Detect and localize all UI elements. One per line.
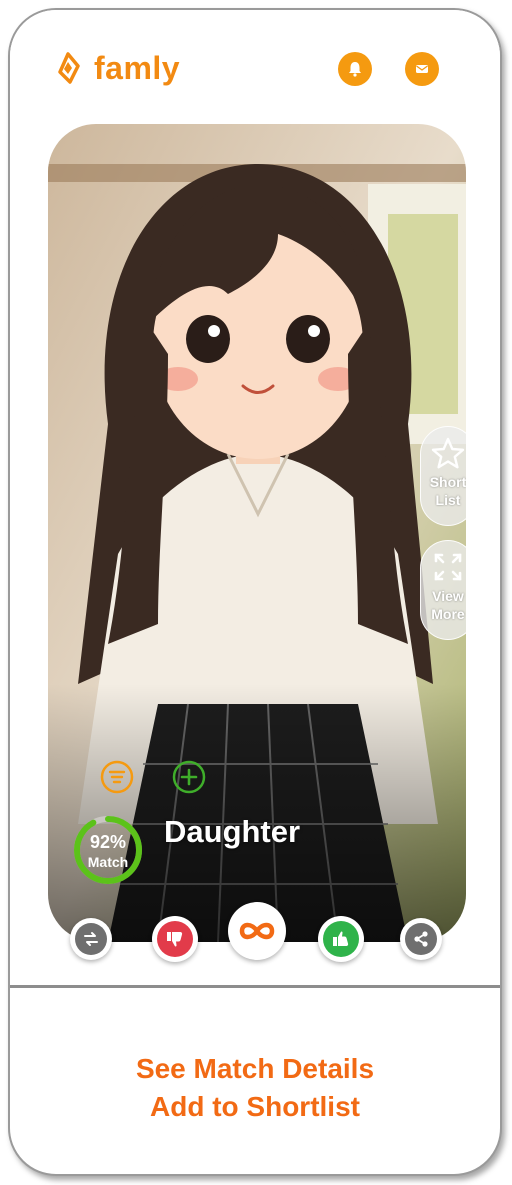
like-icon bbox=[333, 931, 349, 946]
add-icon[interactable] bbox=[172, 760, 206, 794]
notification-button[interactable] bbox=[338, 52, 372, 86]
cta-text: See Match Details Add to Shortlist bbox=[10, 1050, 500, 1126]
share-button[interactable] bbox=[400, 918, 442, 960]
infinity-icon bbox=[239, 922, 275, 940]
profile-name: Daughter bbox=[164, 814, 301, 849]
shortlist-label: Short List bbox=[429, 474, 466, 508]
match-percent: 92% bbox=[89, 832, 127, 852]
cta-line-shortlist: Add to Shortlist bbox=[150, 1091, 360, 1122]
view-more-button[interactable]: View More bbox=[420, 540, 466, 640]
infinity-button[interactable] bbox=[228, 902, 286, 960]
brand-name: famly bbox=[94, 50, 181, 86]
messages-button[interactable] bbox=[405, 52, 439, 86]
bell-icon bbox=[349, 62, 361, 77]
phone-frame: famly Short List View More 92% Match Dau… bbox=[8, 8, 502, 1176]
dislike-button[interactable] bbox=[152, 916, 198, 962]
like-button[interactable] bbox=[318, 916, 364, 962]
swap-button[interactable] bbox=[70, 918, 112, 960]
cta-line-match-details: See Match Details bbox=[135, 1053, 375, 1084]
star-icon bbox=[431, 437, 465, 469]
share-icon bbox=[414, 931, 428, 947]
shortlist-button[interactable]: Short List bbox=[420, 426, 466, 526]
filter-icon[interactable] bbox=[100, 760, 134, 794]
section-divider bbox=[10, 985, 500, 988]
dislike-icon bbox=[167, 932, 183, 947]
swap-icon bbox=[84, 932, 98, 946]
famly-logo-icon bbox=[58, 52, 80, 84]
app-screen: famly Short List View More 92% Match Dau… bbox=[10, 10, 500, 985]
match-label: Match bbox=[87, 854, 129, 870]
action-bar bbox=[10, 900, 500, 970]
mail-icon bbox=[416, 65, 428, 73]
expand-icon bbox=[434, 553, 462, 581]
view-more-label: View More bbox=[431, 588, 465, 622]
profile-card[interactable]: Short List View More 92% Match Daughter bbox=[48, 124, 466, 942]
